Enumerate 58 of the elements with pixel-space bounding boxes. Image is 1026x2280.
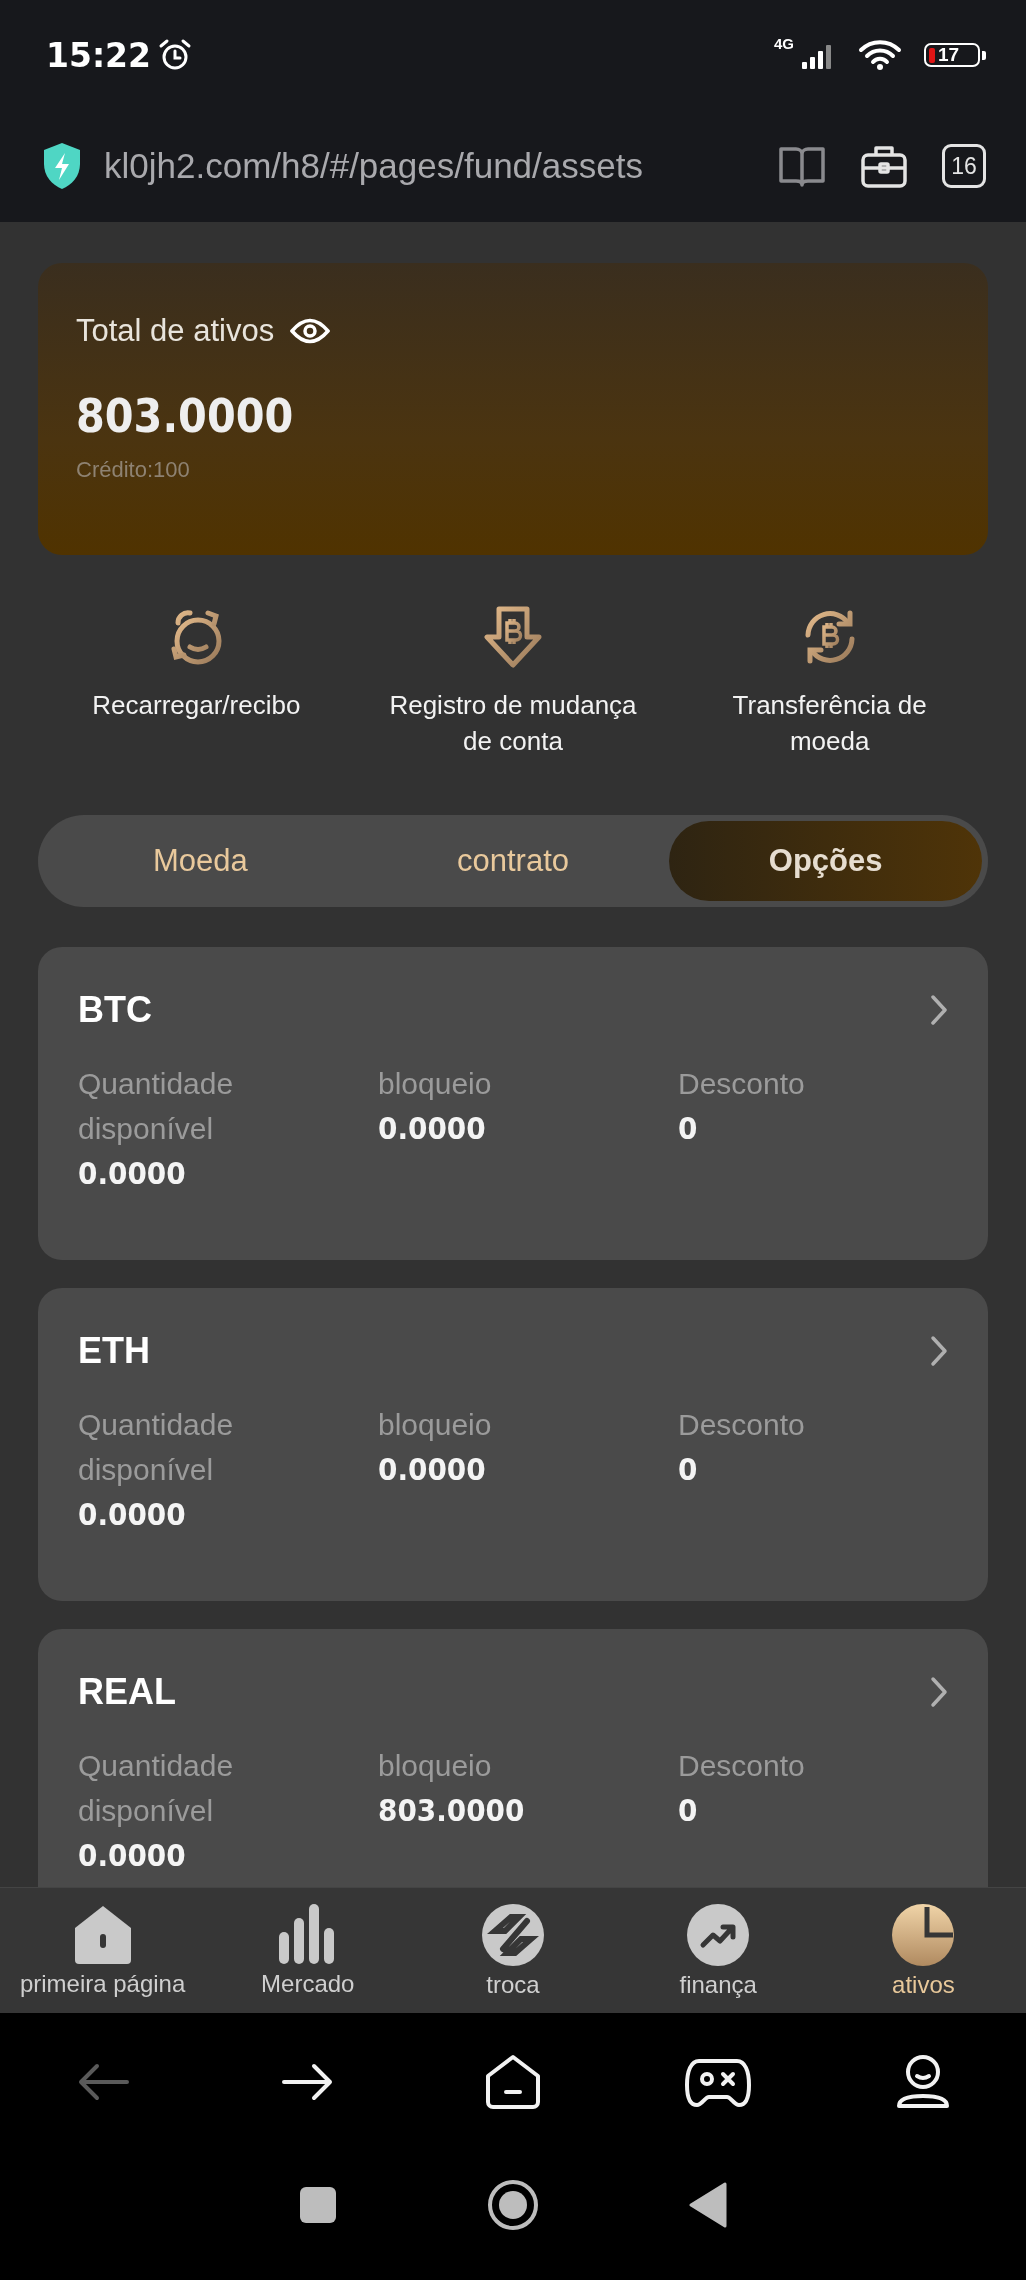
field-value: 0.0000: [78, 1837, 186, 1873]
back-triangle-icon[interactable]: [689, 2182, 727, 2228]
eye-icon[interactable]: [290, 318, 331, 344]
tab[interactable]: contrato: [356, 821, 670, 901]
total-assets-value: 803.0000: [76, 389, 295, 443]
asset-name: ETH: [78, 1330, 150, 1372]
nav-tab[interactable]: primeira página: [0, 1888, 206, 2013]
asset-card[interactable]: BTC Quantidade disponível 0.0000 bloqueio 0.0000 Desconto 0: [38, 947, 988, 1260]
field-value: 0.0000: [78, 1496, 186, 1532]
field-label: bloqueio: [378, 1748, 492, 1784]
field-value: 0: [678, 1110, 698, 1146]
field-value: 803.0000: [378, 1792, 525, 1828]
nav-tab[interactable]: Mercado: [205, 1888, 411, 2013]
field-label: Desconto: [678, 1407, 805, 1443]
gamepad-icon[interactable]: [685, 2056, 752, 2107]
network-type: 4G: [774, 35, 794, 52]
field-value: 0.0000: [78, 1155, 186, 1191]
pie-chart-icon: [891, 1902, 956, 1967]
field-label: bloqueio: [378, 1066, 492, 1102]
field-value: 0: [678, 1451, 698, 1487]
field-label: Quantidade disponível: [78, 1407, 235, 1488]
action-button[interactable]: Recarregar/recibo: [38, 605, 355, 815]
wifi-icon: [858, 39, 902, 71]
field-value: 0.0000: [378, 1110, 486, 1146]
total-assets-label: Total de ativos: [76, 313, 275, 349]
clock-time: 15:22: [46, 35, 152, 75]
asset-card[interactable]: REAL Quantidade disponível 0.0000 bloqueio 803.0000 Desconto 0: [38, 1629, 988, 1887]
person-icon[interactable]: [895, 2053, 952, 2110]
home-icon[interactable]: [484, 2053, 542, 2110]
nav-tab[interactable]: troca: [410, 1888, 616, 2013]
field-label: Quantidade disponível: [78, 1066, 235, 1147]
home-button-icon[interactable]: [487, 2179, 539, 2231]
field-label: bloqueio: [378, 1407, 492, 1443]
tab[interactable]: Opções: [669, 821, 982, 901]
field-value: 0: [678, 1792, 698, 1828]
asset-name: BTC: [78, 989, 152, 1031]
chevron-right-icon[interactable]: [930, 1676, 948, 1708]
trend-up-icon: [686, 1902, 751, 1967]
credit-text: Crédito:100: [76, 457, 191, 483]
field-label: Quantidade disponível: [78, 1748, 235, 1829]
tab-count[interactable]: 16: [942, 144, 986, 188]
asset-card[interactable]: ETH Quantidade disponível 0.0000 bloqueio 0.0000 Desconto 0: [38, 1288, 988, 1601]
briefcase-icon[interactable]: [860, 143, 908, 189]
nav-tab[interactable]: ativos: [820, 1888, 1026, 2013]
tab[interactable]: Moeda: [44, 821, 357, 901]
field-label: Desconto: [678, 1748, 805, 1784]
exchange-icon: [481, 1902, 545, 1967]
action-button[interactable]: Transferência de moeda: [671, 605, 988, 815]
nav-tab[interactable]: finança: [615, 1888, 821, 2013]
field-label: Desconto: [678, 1066, 805, 1102]
recent-apps-icon[interactable]: [299, 2186, 337, 2224]
url-text[interactable]: kl0jh2.com/h8/#/pages/fund/assets: [104, 146, 744, 186]
action-button[interactable]: Registro de mudança de conta: [354, 605, 672, 815]
field-value: 0.0000: [378, 1451, 486, 1487]
chevron-right-icon[interactable]: [930, 1335, 948, 1367]
chevron-right-icon[interactable]: [930, 994, 948, 1026]
book-icon[interactable]: [778, 144, 826, 188]
asset-name: REAL: [78, 1671, 176, 1713]
